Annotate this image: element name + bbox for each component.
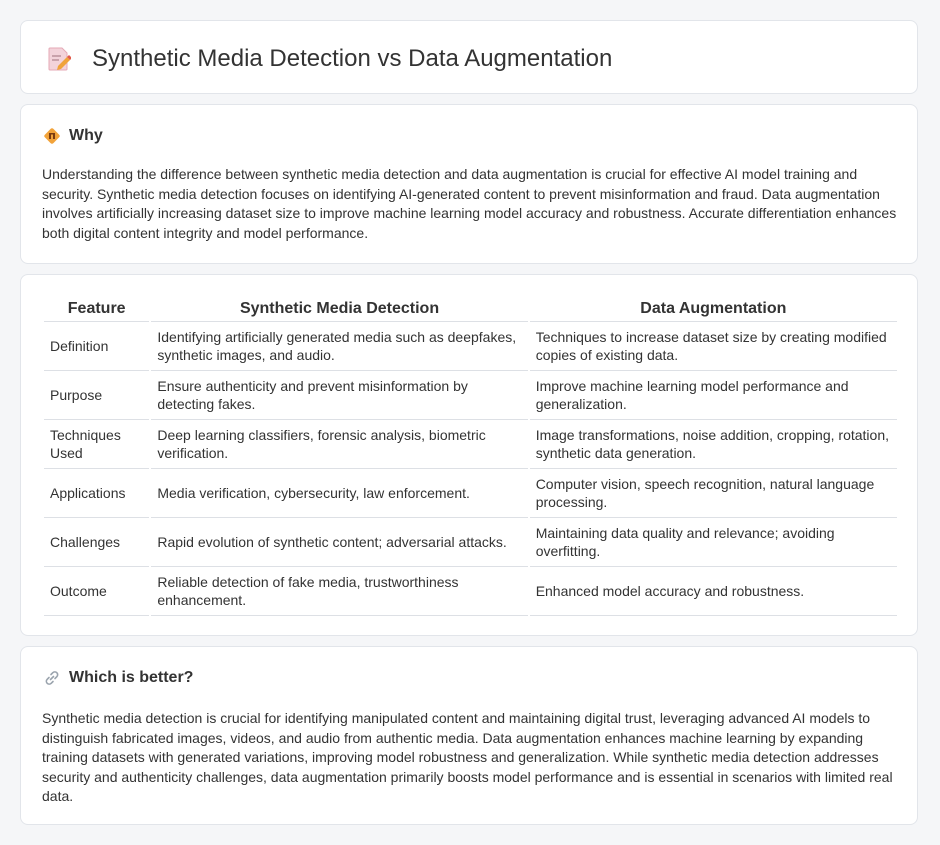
page-title: Synthetic Media Detection vs Data Augmen… [92,45,613,72]
header-synthetic-media-detection: Synthetic Media Detection [151,295,528,322]
detection-cell: Rapid evolution of synthetic content; ad… [151,518,528,567]
augmentation-cell: Techniques to increase dataset size by c… [529,322,897,371]
augmentation-cell: Computer vision, speech recognition, nat… [529,469,897,518]
table-row: Purpose Ensure authenticity and prevent … [44,371,897,420]
why-heading: Why [43,127,103,145]
feature-cell: Definition [44,322,150,371]
feature-cell: Purpose [44,371,150,420]
better-text: Synthetic media detection is crucial for… [42,710,893,804]
comparison-table-card: Feature Synthetic Media Detection Data A… [20,274,918,636]
why-text: Understanding the difference between syn… [42,166,897,241]
augmentation-cell: Enhanced model accuracy and robustness. [529,567,897,616]
detection-cell: Deep learning classifiers, forensic anal… [151,420,528,469]
table-row: Challenges Rapid evolution of synthetic … [44,518,897,567]
header-card: Synthetic Media Detection vs Data Augmen… [20,20,918,94]
detection-cell: Ensure authenticity and prevent misinfor… [151,371,528,420]
table-row: Techniques Used Deep learning classifier… [44,420,897,469]
detection-cell: Media verification, cybersecurity, law e… [151,469,528,518]
augmentation-cell: Image transformations, noise addition, c… [529,420,897,469]
document-pencil-icon [48,47,71,71]
which-is-better-section: Which is better? Synthetic media detecti… [20,646,918,825]
better-heading: Which is better? [43,669,193,687]
diamond-signal-icon [44,128,60,144]
why-title: Why [69,127,103,144]
why-section: Why Understanding the difference between… [20,104,918,264]
better-title: Which is better? [69,669,194,686]
header-feature: Feature [44,295,150,322]
table-row: Applications Media verification, cyberse… [44,469,897,518]
feature-cell: Outcome [44,567,150,616]
table-row: Outcome Reliable detection of fake media… [44,567,897,616]
header-data-augmentation: Data Augmentation [529,295,897,322]
detection-cell: Identifying artificially generated media… [151,322,528,371]
augmentation-cell: Maintaining data quality and relevance; … [529,518,897,567]
link-icon [45,671,59,685]
table-header-row: Feature Synthetic Media Detection Data A… [44,295,897,322]
detection-cell: Reliable detection of fake media, trustw… [151,567,528,616]
feature-cell: Challenges [44,518,150,567]
augmentation-cell: Improve machine learning model performan… [529,371,897,420]
feature-cell: Techniques Used [44,420,150,469]
table-row: Definition Identifying artificially gene… [44,322,897,371]
comparison-table: Feature Synthetic Media Detection Data A… [42,295,899,616]
feature-cell: Applications [44,469,150,518]
